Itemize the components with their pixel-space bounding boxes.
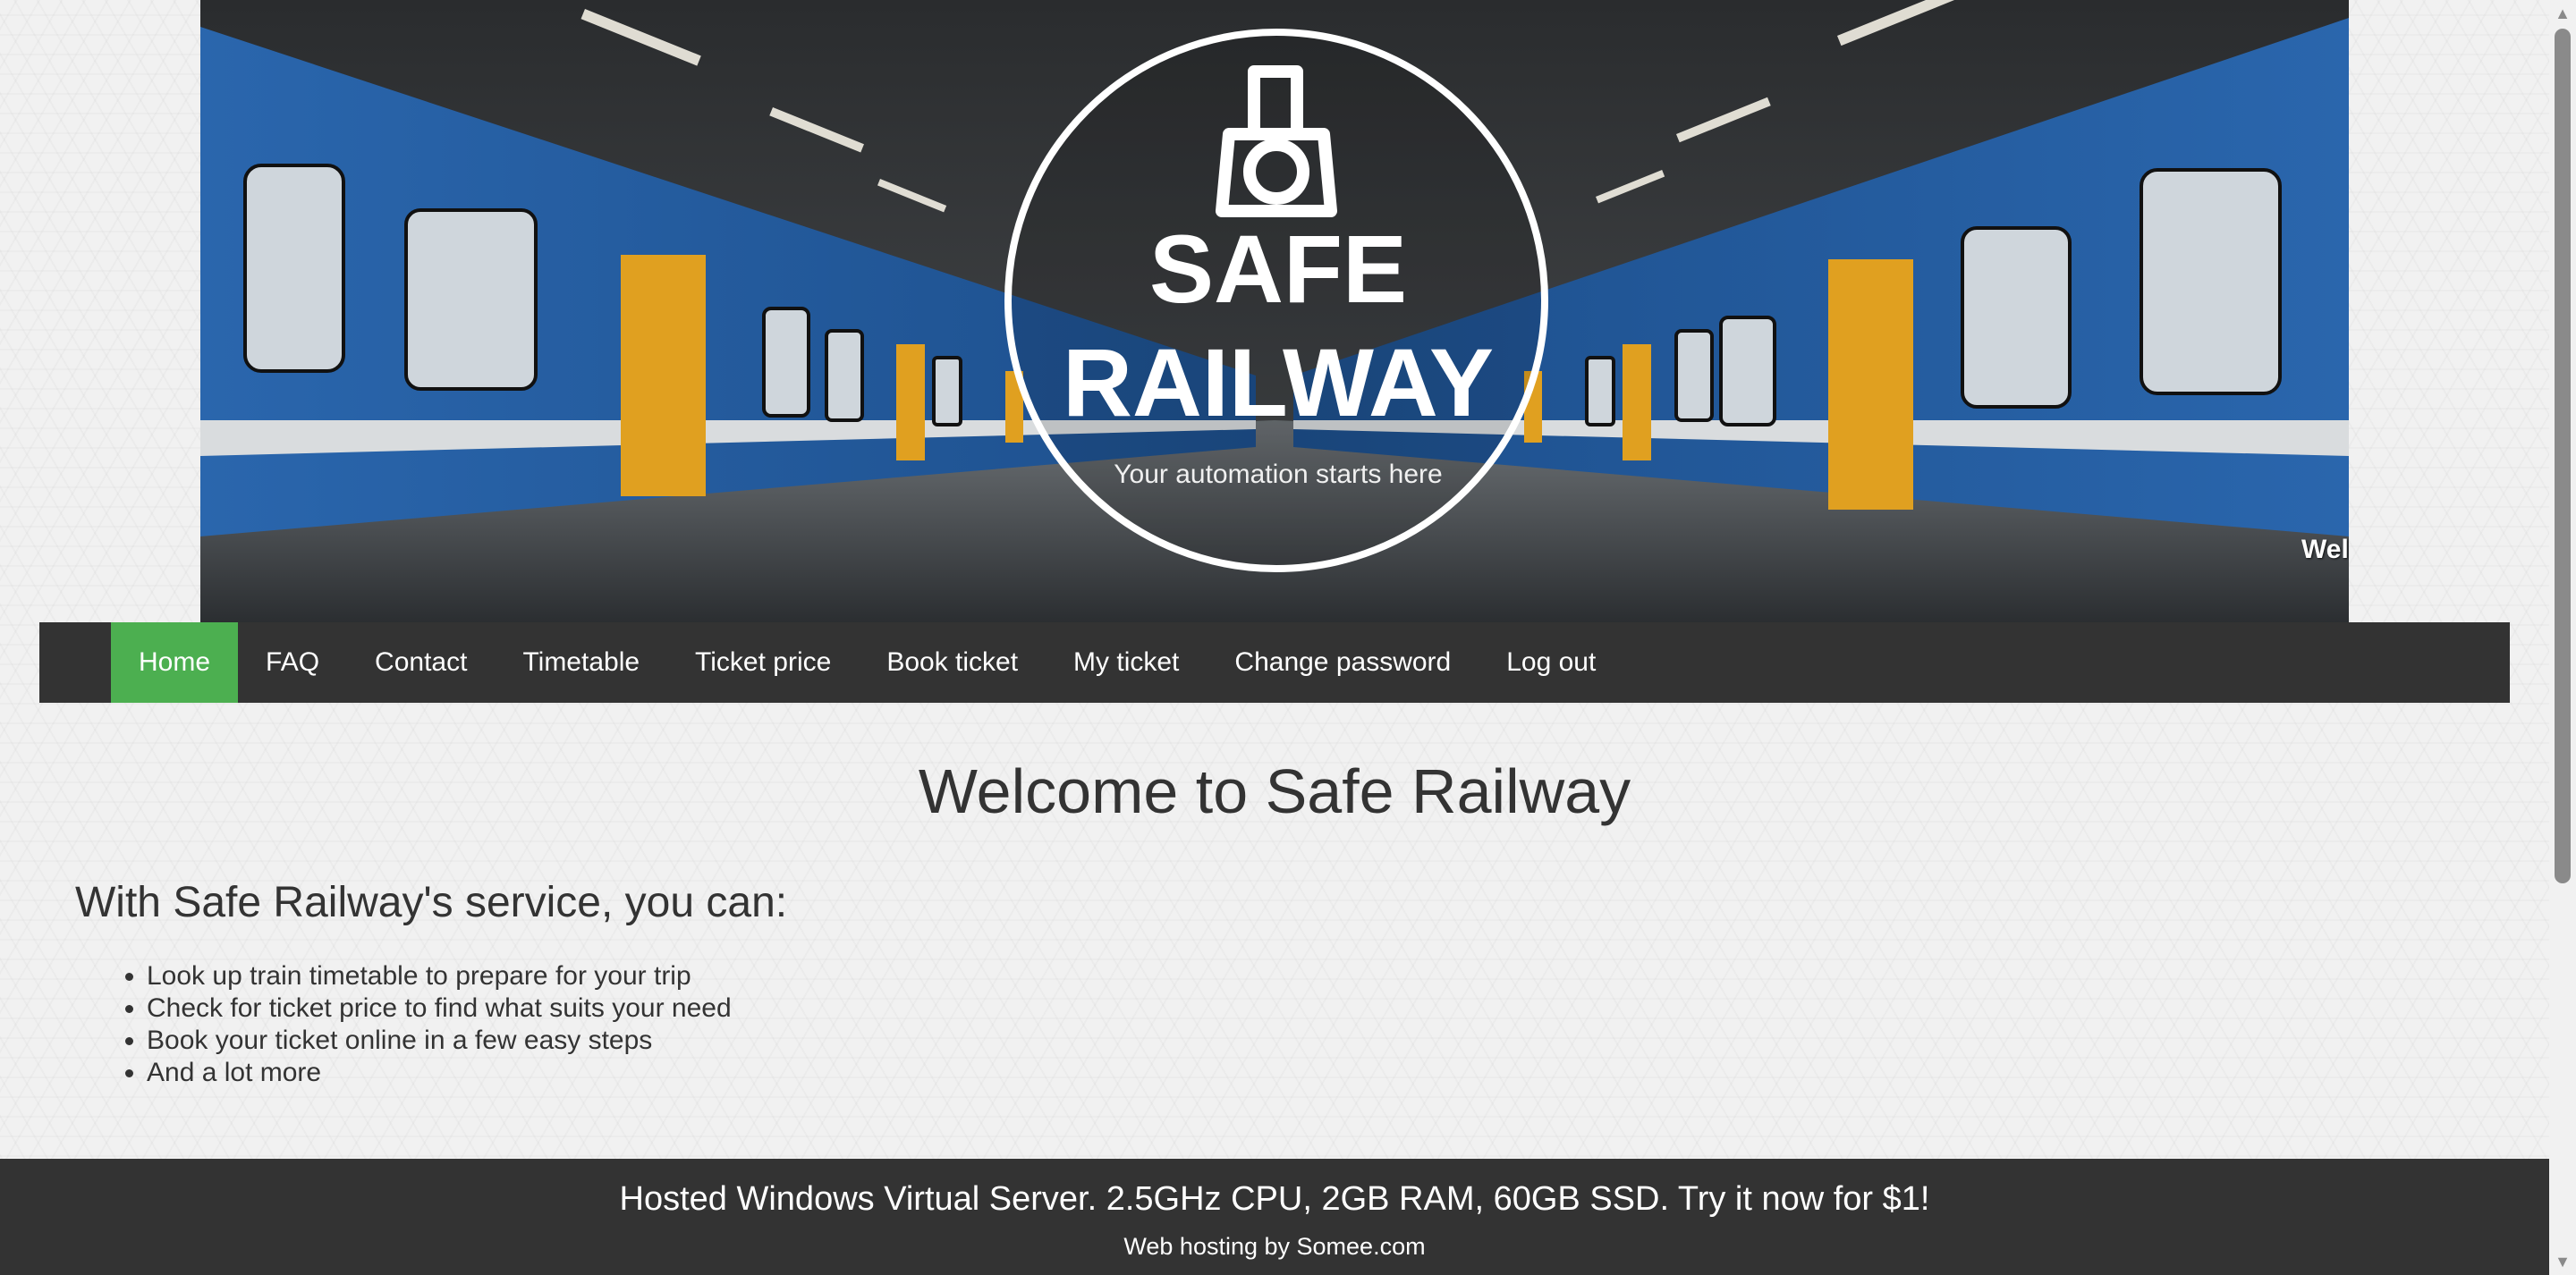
nav-change-password[interactable]: Change password	[1207, 622, 1479, 703]
nav-list: Home FAQ Contact Timetable Ticket price …	[39, 622, 2510, 703]
feature-item: Book your ticket online in a few easy st…	[147, 1025, 732, 1057]
vertical-scrollbar[interactable]: ▲ ▼	[2549, 0, 2576, 1275]
footer: Hosted Windows Virtual Server. 2.5GHz CP…	[0, 1159, 2549, 1275]
nav-timetable[interactable]: Timetable	[495, 622, 667, 703]
page-title: Welcome to Safe Railway	[918, 756, 1631, 826]
nav-contact[interactable]: Contact	[347, 622, 495, 703]
nav-faq[interactable]: FAQ	[238, 622, 347, 703]
scrollbar-thumb[interactable]	[2555, 29, 2571, 883]
logo-tagline: Your automation starts here	[1114, 460, 1442, 489]
arrow-up-icon[interactable]: ▲	[2549, 0, 2576, 27]
arrow-down-icon[interactable]: ▼	[2549, 1248, 2576, 1275]
service-heading: With Safe Railway's service, you can:	[75, 879, 788, 926]
nav-ticket-price[interactable]: Ticket price	[667, 622, 859, 703]
nav-log-out[interactable]: Log out	[1479, 622, 1623, 703]
feature-list: Look up train timetable to prepare for y…	[75, 960, 732, 1089]
feature-item: Check for ticket price to find what suit…	[147, 992, 732, 1025]
logo-line1: SAFE	[1149, 215, 1407, 323]
nav-home[interactable]: Home	[111, 622, 239, 703]
nav-my-ticket[interactable]: My ticket	[1046, 622, 1207, 703]
footer-hosting-link[interactable]: Web hosting by Somee.com	[0, 1230, 2549, 1262]
feature-item: Look up train timetable to prepare for y…	[147, 960, 732, 992]
banner-image: SAFE RAILWAY Your automation starts here	[200, 0, 2349, 622]
footer-ad-link[interactable]: Hosted Windows Virtual Server. 2.5GHz CP…	[0, 1177, 2549, 1221]
feature-item: And a lot more	[147, 1057, 732, 1089]
header-banner: SAFE RAILWAY Your automation starts here…	[200, 0, 2349, 622]
nav-book-ticket[interactable]: Book ticket	[859, 622, 1046, 703]
main-nav: Home FAQ Contact Timetable Ticket price …	[39, 622, 2510, 703]
welcome-user-text: Welcome kingohong@gmail.com	[2301, 535, 2349, 564]
logo-line2: RAILWAY	[1063, 328, 1494, 436]
